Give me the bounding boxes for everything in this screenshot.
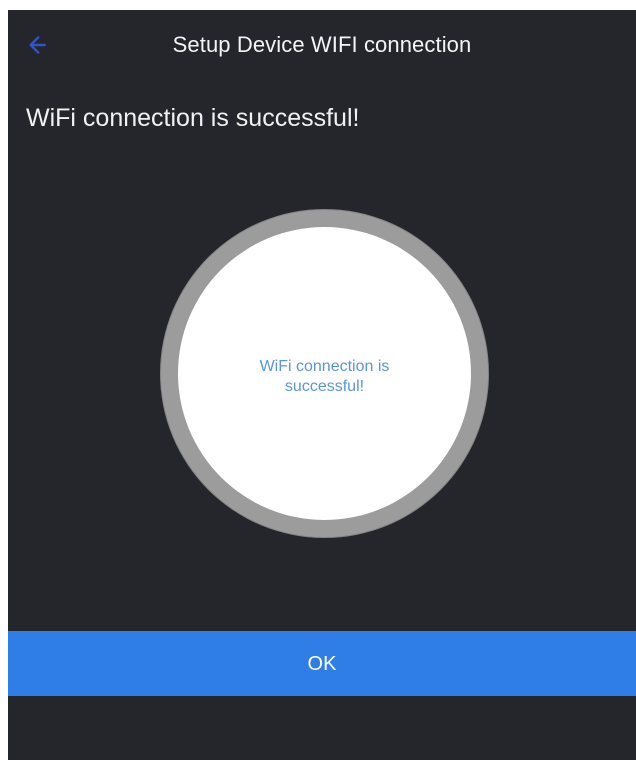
ok-button[interactable]: OK [8, 631, 636, 696]
top-header: Setup Device WIFI connection [8, 10, 636, 82]
success-circle: WiFi connection is successful! [160, 209, 489, 538]
success-circle-center: WiFi connection is successful! [178, 227, 471, 520]
wifi-setup-screen: Setup Device WIFI connection WiFi connec… [8, 10, 636, 760]
page-title: Setup Device WIFI connection [172, 32, 472, 57]
connection-status-message: WiFi connection is successful! [26, 104, 360, 132]
circle-status-text: WiFi connection is successful! [259, 357, 390, 395]
